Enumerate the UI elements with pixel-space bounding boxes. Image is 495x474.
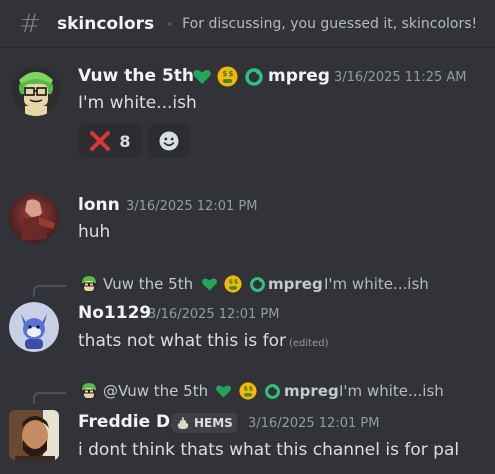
avatar[interactable]: [11, 66, 61, 116]
avatar[interactable]: [9, 302, 59, 352]
reply-author[interactable]: @Vuw the 5th: [103, 382, 208, 400]
reply-preview-text[interactable]: I'm white...ish: [324, 275, 429, 293]
reply-author-suffix[interactable]: mpreg: [268, 275, 323, 293]
green-heart-icon: [193, 69, 211, 84]
channel-topic[interactable]: For discussing, you guessed it, skincolo…: [182, 16, 477, 32]
channel-header: # skincolors For discussing, you guessed…: [0, 0, 495, 48]
poop-icon: [177, 417, 189, 429]
message-text: i dont think thats what this channel is …: [78, 440, 460, 460]
username[interactable]: No1129: [78, 303, 151, 323]
username-suffix[interactable]: mpreg: [268, 66, 330, 86]
money-mouth-face-icon: $ $: [217, 66, 238, 87]
username[interactable]: Vuw the 5th: [78, 66, 194, 86]
svg-text:$: $: [229, 70, 234, 78]
money-mouth-face-icon: $ $: [224, 275, 242, 293]
money-mouth-face-icon: $ $: [239, 382, 257, 400]
ouroboros-icon: [265, 384, 280, 399]
avatar[interactable]: [9, 410, 59, 460]
username[interactable]: lonn: [78, 195, 120, 215]
timestamp[interactable]: 3/16/2025 12:01 PM: [148, 307, 279, 322]
reply-author-suffix[interactable]: mpreg: [284, 382, 339, 400]
reply-avatar[interactable]: [80, 275, 98, 293]
reply-spine: [33, 392, 66, 404]
reply-author[interactable]: Vuw the 5th: [103, 275, 193, 293]
message-text: huh: [78, 222, 111, 242]
green-heart-icon: [202, 278, 217, 291]
svg-text:$: $: [223, 70, 228, 78]
add-reaction-icon: [159, 131, 179, 151]
svg-text:$: $: [229, 279, 233, 286]
channel-name[interactable]: skincolors: [57, 14, 154, 34]
svg-text:$: $: [249, 386, 253, 393]
hashtag-icon: #: [19, 8, 41, 39]
message-text: I'm white...ish: [78, 93, 197, 113]
message-text: thats not what this is for (edited): [78, 331, 329, 351]
timestamp[interactable]: 3/16/2025 11:25 AM: [334, 70, 467, 85]
ouroboros-icon: [250, 277, 265, 292]
timestamp[interactable]: 3/16/2025 12:01 PM: [126, 199, 257, 214]
svg-text:$: $: [244, 386, 248, 393]
reply-avatar[interactable]: [80, 382, 98, 400]
edited-marker[interactable]: (edited): [289, 338, 329, 349]
cross-mark-icon: [90, 131, 111, 151]
ouroboros-icon: [245, 68, 263, 86]
reply-spine: [33, 285, 66, 297]
server-tag[interactable]: HEMS: [172, 413, 237, 433]
reaction-cross[interactable]: 8: [78, 124, 142, 158]
add-reaction-button[interactable]: [148, 124, 190, 158]
timestamp[interactable]: 3/16/2025 12:01 PM: [248, 416, 379, 431]
server-tag-label: HEMS: [194, 416, 233, 430]
reaction-count: 8: [119, 131, 131, 151]
header-divider-dot: [168, 21, 173, 26]
reply-preview-text[interactable]: I'm white...ish: [339, 382, 444, 400]
message-body: thats not what this is for: [78, 331, 286, 351]
green-heart-icon: [216, 385, 231, 398]
svg-text:$: $: [234, 279, 238, 286]
username[interactable]: Freddie D.: [78, 412, 177, 432]
avatar[interactable]: [9, 193, 59, 243]
